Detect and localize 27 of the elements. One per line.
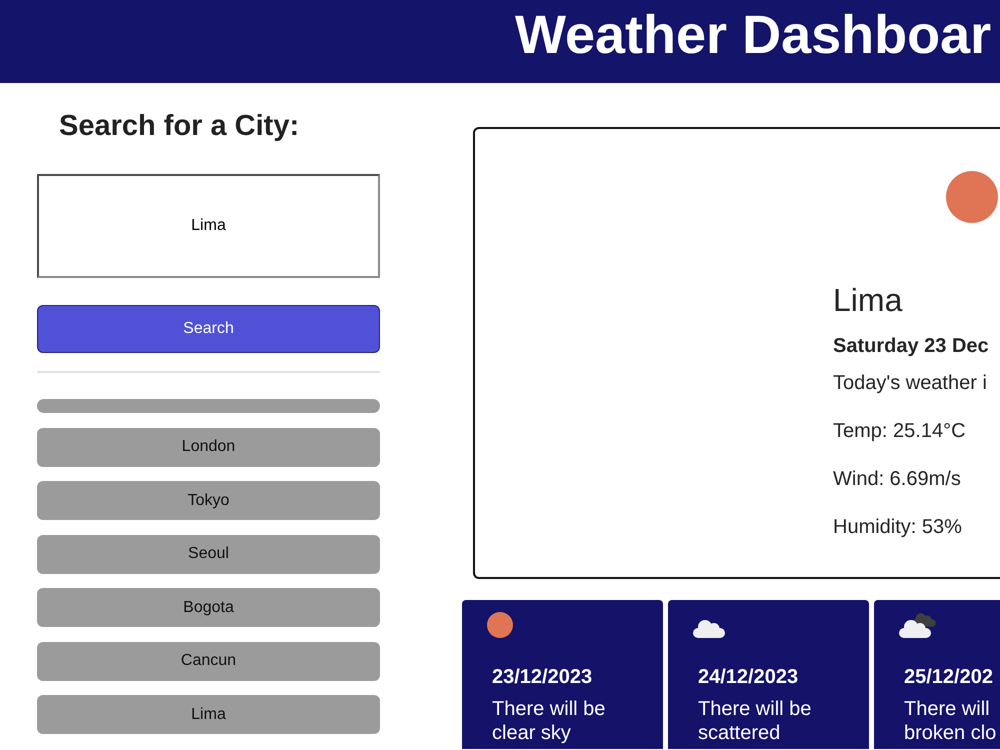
forecast-date: 24/12/2023 <box>698 666 798 689</box>
date-text: Saturday 23 Dec <box>833 335 989 358</box>
humidity-text: Humidity: 53% <box>833 516 962 539</box>
search-button[interactable]: Search <box>37 305 380 353</box>
city-input[interactable]: Lima <box>37 174 380 278</box>
history-button[interactable]: Cancun <box>37 642 380 680</box>
city-name: Lima <box>833 282 902 319</box>
history-button[interactable] <box>37 399 380 413</box>
temperature-text: Temp: 25.14°C <box>833 420 966 443</box>
clouds-icon <box>899 613 936 638</box>
sun-icon <box>946 171 998 223</box>
page-title: Weather Dashboar <box>515 4 992 67</box>
history-button[interactable]: Seoul <box>37 534 380 574</box>
history-button[interactable]: Lima <box>37 695 380 734</box>
search-heading: Search for a City: <box>59 109 300 143</box>
history-button[interactable]: Tokyo <box>37 481 380 520</box>
forecast-description: There will be scattered <box>698 697 812 745</box>
history-button[interactable]: London <box>37 428 380 466</box>
sun-icon <box>487 612 513 638</box>
wind-text: Wind: 6.69m/s <box>833 468 961 491</box>
forecast-description: There will be clear sky <box>492 697 606 745</box>
forecast-date: 23/12/2023 <box>492 666 592 689</box>
forecast-description: There will broken clo <box>904 697 996 745</box>
history-button[interactable]: Bogota <box>37 588 380 627</box>
cloud-icon <box>693 620 725 638</box>
forecast-date: 25/12/202 <box>904 666 993 689</box>
weather-summary: Today's weather i <box>833 372 987 395</box>
